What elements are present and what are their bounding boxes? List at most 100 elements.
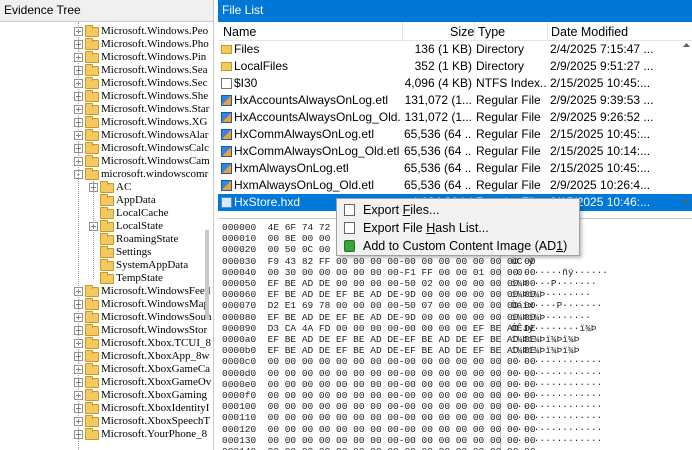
hex-ascii: ················ <box>511 423 603 435</box>
tree-node[interactable]: + Microsoft.WindowsSoun <box>74 310 212 324</box>
tree-node[interactable]: + Microsoft.XboxApp_8w <box>74 349 210 363</box>
menu-item-export-file-hash-list[interactable]: Export File Hash List... <box>337 219 579 237</box>
tree-node[interactable]: + Microsoft.XboxGaming <box>74 388 207 402</box>
tree-node[interactable]: + Microsoft.WindowsCam <box>74 154 210 168</box>
folder-icon <box>100 271 114 284</box>
tree-node[interactable]: + Microsoft.WindowsCalc <box>74 141 209 155</box>
tree-node[interactable]: + Microsoft.Windows.Pho <box>74 37 209 51</box>
file-icon <box>221 78 232 89</box>
tree-node[interactable]: Settings <box>89 245 151 259</box>
hex-ascii: ï¾­Þï¾­Þï¾­Þï¾­Þ <box>511 345 580 357</box>
file-row[interactable]: HxAccountsAlwaysOnLog.etl 131,072 (1... Re… <box>218 92 692 109</box>
hex-bytes: 00 00 00 00 00 00 00 00-00 00 00 00 00 0… <box>256 390 536 401</box>
hex-offset: 000010 <box>222 233 257 245</box>
tree-node-label: Microsoft.Windows.Star <box>101 103 210 115</box>
file-name: LocalFiles <box>234 59 289 73</box>
tree-node[interactable]: + Microsoft.Windows.XG <box>74 115 208 129</box>
file-row[interactable]: HxCommAlwaysOnLog_Old.etl 65,536 (64 ... R… <box>218 143 692 160</box>
tree-node[interactable]: + Microsoft.Windows.She <box>74 89 208 103</box>
column-divider[interactable] <box>547 22 548 41</box>
file-name: Files <box>234 42 260 56</box>
tree-node[interactable]: AppData <box>89 193 156 207</box>
menu-item-label: Export File <box>363 221 427 235</box>
tree-node-label: Microsoft.XboxGameCa <box>101 363 211 375</box>
file-row[interactable]: HxCommAlwaysOnLog.etl 65,536 (64 ... Regul… <box>218 126 692 143</box>
hex-offset: 000100 <box>222 401 257 413</box>
hex-bytes: 00 00 00 00 00 00 00 00-00 00 00 00 00 0… <box>256 412 536 424</box>
tree-node-label: Microsoft.XboxSpeechT <box>101 415 211 427</box>
file-list-column-headers: Name Size Type Date Modified <box>218 22 692 41</box>
tree-node[interactable]: RoamingState <box>89 232 178 246</box>
file-row[interactable]: $I30 4,096 (4 KB) NTFS Index... 2/15/2025 1… <box>218 75 692 92</box>
hex-offset: 000130 <box>222 434 257 446</box>
file-name: HxAccountsAlwaysOnLog.etl <box>234 93 389 107</box>
tree-node[interactable]: LocalCache <box>89 206 169 220</box>
file-list-pane: File List Name Size Type Date Modified F… <box>218 0 692 211</box>
tree-node[interactable]: + Microsoft.XboxSpeechT <box>74 414 211 428</box>
file-row[interactable]: HxmAlwaysOnLog.etl 65,536 (64 ... Regular … <box>218 160 692 177</box>
file-row[interactable]: HxAccountsAlwaysOnLog_Old... 131,072 (1..… <box>218 109 692 126</box>
tree-node[interactable]: + Microsoft.XboxIdentityI <box>74 401 209 415</box>
tree-node[interactable]: + Microsoft.XboxGameCa <box>74 362 211 376</box>
hex-offset: 000030 <box>222 255 257 267</box>
menu-item-label: ash List... <box>435 221 489 235</box>
file-name: $I30 <box>234 76 258 90</box>
etl-file-icon <box>221 180 232 191</box>
tree-node[interactable]: + Microsoft.WindowsAlar <box>74 128 208 142</box>
column-divider[interactable] <box>402 22 403 41</box>
folder-icon <box>100 232 114 245</box>
hex-ascii: ················ <box>511 390 603 401</box>
tree-node[interactable]: TempState <box>89 271 163 285</box>
tree-node[interactable]: + Microsoft.Windows.Pin <box>74 50 206 64</box>
tree-node-label: Microsoft.WindowsSoun <box>101 311 212 323</box>
hex-bytes: 00 8E 00 00 <box>256 233 337 245</box>
column-header-size[interactable]: Size <box>450 25 474 39</box>
tree-node-label: Microsoft.WindowsCam <box>101 155 210 167</box>
tree-node-label: AC <box>116 181 132 193</box>
file-row[interactable]: LocalFiles 352 (1 KB) Directory 2/9/2025 9:… <box>218 58 692 75</box>
tree-node[interactable]: + Microsoft.Windows.Sea <box>74 63 208 77</box>
file-type: Regular File <box>476 161 541 175</box>
tree-node[interactable]: + Microsoft.WindowsMap <box>74 297 209 311</box>
tree-node[interactable]: + Microsoft.Windows.Sec <box>74 76 208 90</box>
menu-item-accelerator: H <box>426 221 436 235</box>
file-type: Regular File <box>476 178 541 192</box>
tree-guide-line <box>93 181 94 279</box>
export-files-icon <box>344 204 355 216</box>
menu-item-export-files[interactable]: Export Files... <box>337 201 579 219</box>
hex-ascii: ï¾­Þ····P······· <box>511 278 597 289</box>
file-name: HxCommAlwaysOnLog.etl <box>234 127 375 141</box>
hex-offset: 000020 <box>222 244 257 256</box>
tree-node[interactable]: + Microsoft.WindowsStor <box>74 323 207 337</box>
hex-ascii: ················ <box>511 434 603 446</box>
file-row[interactable]: Files 136 (1 KB) Directory 2/4/2025 7:15:47… <box>218 41 692 58</box>
tree-node[interactable]: + AC <box>89 180 132 194</box>
tree-node[interactable]: SystemAppData <box>89 258 188 272</box>
column-header-date-modified[interactable]: Date Modified <box>551 25 628 39</box>
tree-node[interactable]: + Microsoft.Windows.Star <box>74 102 210 116</box>
tree-node[interactable]: + LocalState <box>89 219 163 233</box>
tree-node[interactable]: + Microsoft.Windows.Peo <box>74 24 208 38</box>
tree-scrollbar-thumb[interactable] <box>205 230 209 320</box>
tree-node[interactable]: + Microsoft.YourPhone_8 <box>74 427 207 441</box>
hex-row: 000030 F9 43 82 FF 00 00 00 00-00 00 00 … <box>222 256 536 267</box>
file-row[interactable]: HxmAlwaysOnLog_Old.etl 65,536 (64 ... Regu… <box>218 177 692 194</box>
menu-item-add-to-custom-content-image[interactable]: Add to Custom Content Image (AD1) <box>337 237 579 255</box>
hex-offset: 000140 <box>222 446 256 450</box>
file-type: Regular File <box>476 144 541 158</box>
tree-node[interactable]: + Microsoft.XboxGameOv <box>74 375 211 389</box>
tree-node[interactable]: - microsoft.windowscomr <box>74 167 208 181</box>
column-header-type[interactable]: Type <box>478 25 505 39</box>
evidence-tree-title: Evidence Tree <box>0 0 213 22</box>
tree-node[interactable]: + Microsoft.WindowsFeed <box>74 284 210 298</box>
folder-icon <box>85 167 99 180</box>
folder-icon <box>85 414 99 427</box>
tree-node[interactable]: + Microsoft.Xbox.TCUI_8 <box>74 336 211 350</box>
column-header-name[interactable]: Name <box>223 25 256 39</box>
hex-ascii: ·0·······ñÿ······ <box>511 266 608 278</box>
hex-ascii: ùC·ÿ <box>511 255 534 267</box>
column-divider[interactable] <box>474 22 475 41</box>
tree-node-label: Microsoft.XboxApp_8w <box>101 350 210 362</box>
hash-list-icon <box>344 222 355 234</box>
file-list-scrollbar[interactable] <box>681 41 692 206</box>
